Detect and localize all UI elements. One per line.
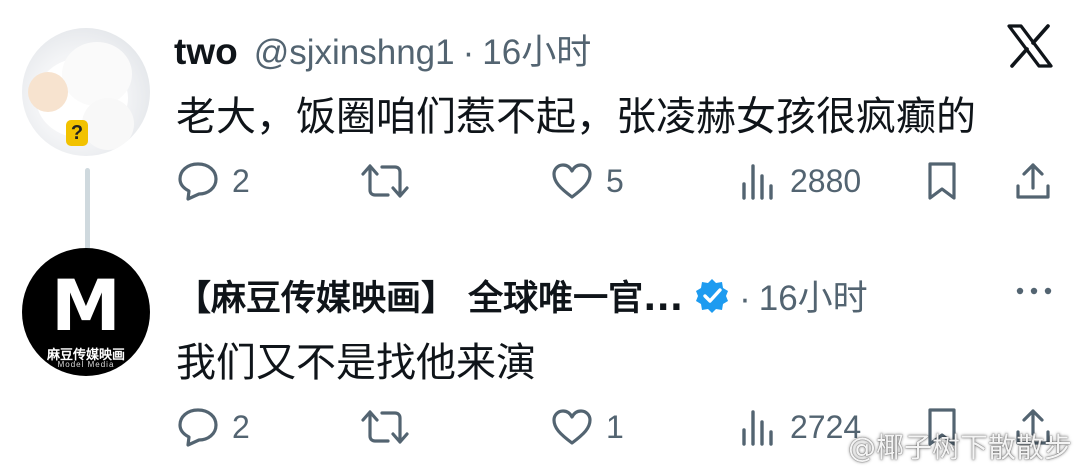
reply-icon <box>176 406 220 448</box>
post-header: two @sjxinshng1 · 16小时 <box>174 24 591 75</box>
timestamp[interactable]: 16小时 <box>482 24 591 75</box>
like-count: 1 <box>606 408 624 445</box>
timestamp[interactable]: 16小时 <box>759 270 868 321</box>
post-text: 老大，饭圈咱们惹不起，张凌赫女孩很疯癫的 <box>176 94 976 140</box>
views-count: 2880 <box>790 162 862 199</box>
avatar[interactable]: ? <box>22 28 150 156</box>
bookmark-icon <box>922 160 962 202</box>
views-icon <box>738 406 778 448</box>
verified-badge-icon <box>693 277 731 320</box>
reply-icon <box>176 160 220 202</box>
watermark: @椰子树下散散步 <box>847 431 1072 464</box>
avatar[interactable]: M 麻豆传媒映画 Model Media <box>22 248 150 376</box>
x-logo-icon[interactable] <box>1006 24 1054 68</box>
logo-text-en: Model Media <box>57 360 115 369</box>
like-button[interactable]: 5 <box>550 160 624 202</box>
share-button[interactable] <box>1012 160 1054 202</box>
like-count: 5 <box>606 162 624 199</box>
handle[interactable]: @sjxinshng1 <box>254 33 455 73</box>
reply-count: 2 <box>232 408 250 445</box>
reply-count: 2 <box>232 162 250 199</box>
more-icon <box>1014 284 1054 301</box>
logo-letter: M <box>51 265 121 347</box>
retweet-icon <box>360 406 410 448</box>
views-icon <box>738 160 778 202</box>
separator: · <box>462 33 475 72</box>
thread-line <box>85 168 90 260</box>
display-name[interactable]: two <box>174 31 238 73</box>
separator: · <box>739 279 751 318</box>
display-name[interactable]: 【麻豆传媒映画】 全球唯一官... <box>176 270 683 321</box>
reply-button[interactable]: 2 <box>176 160 250 202</box>
retweet-icon <box>360 160 410 202</box>
more-options-button[interactable] <box>1014 284 1054 302</box>
post-text: 我们又不是找他来演 <box>176 340 536 386</box>
share-icon <box>1012 160 1054 202</box>
heart-icon <box>550 160 594 202</box>
views-button[interactable]: 2724 <box>738 406 861 448</box>
like-button[interactable]: 1 <box>550 406 624 448</box>
bookmark-button[interactable] <box>922 160 962 202</box>
views-button[interactable]: 2880 <box>738 160 861 202</box>
retweet-button[interactable] <box>360 406 410 448</box>
post-header: 【麻豆传媒映画】 全球唯一官... · 16小时 <box>176 270 868 321</box>
reply-button[interactable]: 2 <box>176 406 250 448</box>
heart-icon <box>550 406 594 448</box>
retweet-button[interactable] <box>360 160 410 202</box>
avatar-badge: ? <box>66 120 88 146</box>
